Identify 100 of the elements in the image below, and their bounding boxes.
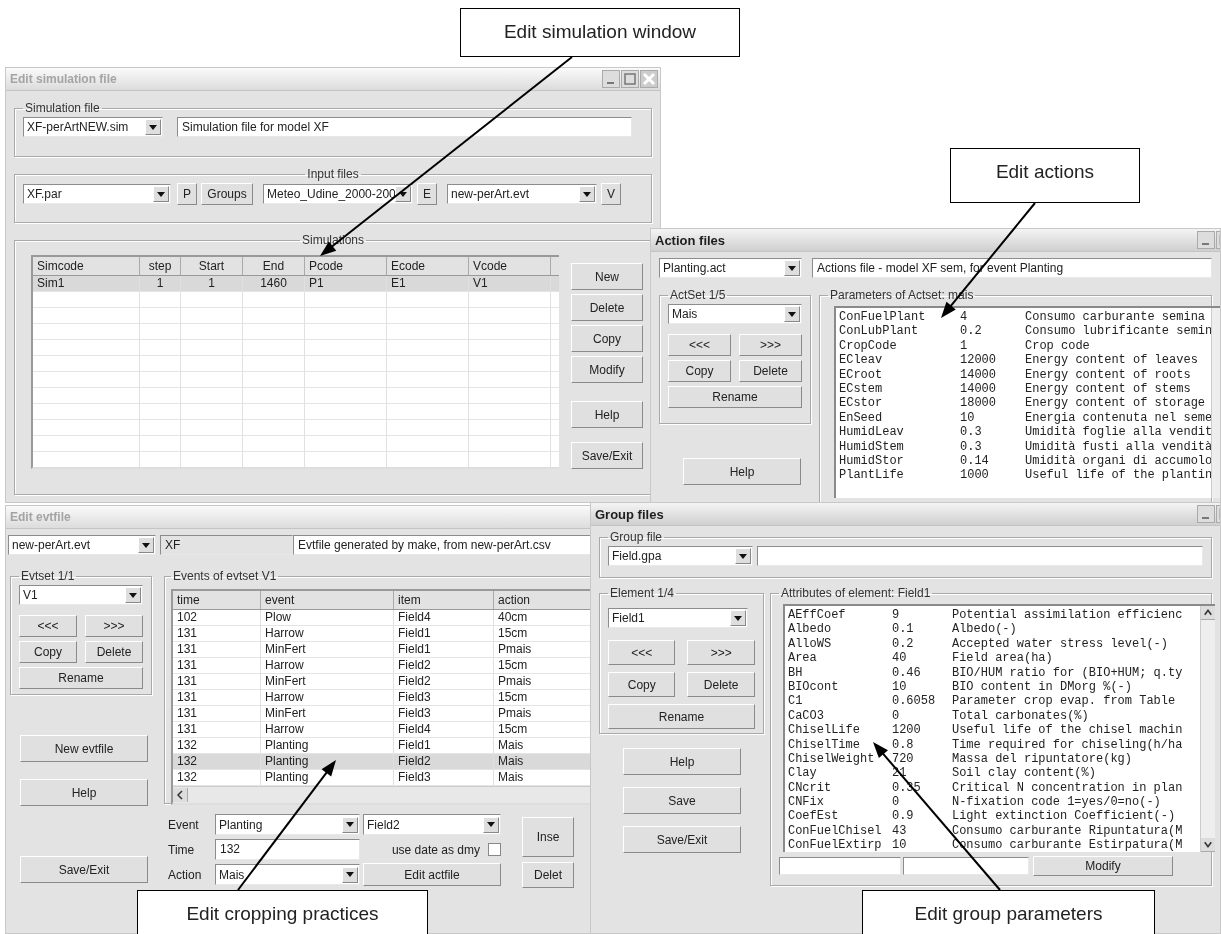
description-field[interactable]: Evtfile generated by make, from new-perArt.csv <box>293 535 593 555</box>
scrollbar[interactable] <box>1199 606 1215 852</box>
element-button[interactable]: Delete <box>687 672 755 697</box>
p-button[interactable]: P <box>177 183 197 205</box>
group-label: Simulation file <box>24 101 101 115</box>
parameter-value: 4 <box>960 310 969 325</box>
close-icon[interactable] <box>640 70 658 88</box>
parameter-description: Energy content of storage <box>1025 396 1206 411</box>
e-button[interactable]: E <box>417 183 437 205</box>
column-header[interactable]: End <box>243 257 305 275</box>
description-field[interactable] <box>757 546 1203 566</box>
event-dropdown[interactable]: Planting <box>215 814 360 835</box>
caret-icon <box>342 816 358 833</box>
actset-button[interactable]: <<< <box>668 334 731 356</box>
evtset-dropdown[interactable]: V1 <box>19 585 143 605</box>
attribute-value: 40 <box>891 651 908 666</box>
caret-icon <box>153 186 169 202</box>
column-header[interactable]: Start <box>181 257 243 275</box>
action-button[interactable]: Help <box>571 401 643 428</box>
column-header[interactable]: time <box>173 591 261 609</box>
column-header[interactable]: step <box>140 257 181 275</box>
side-button[interactable]: New evtfile <box>20 735 148 762</box>
date-format-label: use date as dmy <box>391 842 480 857</box>
column-header[interactable]: Pcode <box>305 257 387 275</box>
actset-button[interactable]: Copy <box>668 360 731 382</box>
evtset-button[interactable]: Copy <box>19 641 77 663</box>
table-cell: MinFert <box>261 642 394 657</box>
value-field[interactable] <box>902 857 1029 875</box>
delete-event-button[interactable]: Delet <box>522 861 574 888</box>
evtset-button[interactable]: Delete <box>85 641 143 663</box>
callout-label: Edit cropping practices <box>137 890 428 934</box>
file-dropdown[interactable]: XF-perArtNEW.sim <box>23 117 163 137</box>
table-row[interactable]: Sim1 1 1 1460 P1 E1 V1 <box>33 276 559 292</box>
action-file-dropdown[interactable]: Planting.act <box>659 258 802 278</box>
parameter-value: 1 <box>960 338 969 354</box>
scroll-down-icon[interactable] <box>1200 838 1215 852</box>
table-cell: 131 <box>173 658 261 673</box>
help-button[interactable]: Help <box>683 458 801 485</box>
element-dropdown[interactable]: Field1 <box>608 608 748 628</box>
column-header[interactable]: item <box>394 591 494 609</box>
column-header[interactable]: Simcode <box>33 257 140 275</box>
evtset-button[interactable]: >>> <box>85 615 143 637</box>
scroll-up-icon[interactable] <box>1200 606 1215 620</box>
name-field[interactable] <box>778 857 901 875</box>
element-button[interactable]: Copy <box>608 672 676 697</box>
item-dropdown[interactable]: Field2 <box>363 814 501 835</box>
action-button[interactable]: Modify <box>571 356 643 383</box>
side-button[interactable]: Save/Exit <box>20 856 148 883</box>
model-field[interactable]: XF <box>160 535 293 555</box>
group-label: Group file <box>609 530 664 544</box>
evtset-button[interactable]: <<< <box>19 615 77 637</box>
side-button[interactable]: Help <box>623 748 741 775</box>
actset-button[interactable]: >>> <box>739 334 802 356</box>
attribute-value: 0.6058 <box>891 694 937 709</box>
table-cell: Field1 <box>394 626 494 641</box>
actset-button[interactable]: Delete <box>739 360 802 382</box>
parameter-name: ECstem <box>839 381 884 397</box>
modify-button[interactable]: Modify <box>1032 856 1173 876</box>
actset-button[interactable]: Rename <box>668 386 802 408</box>
action-button[interactable]: Copy <box>571 325 643 352</box>
element-button[interactable]: >>> <box>687 640 755 665</box>
parameter-description: Consumo lubrificante semin <box>1025 324 1213 339</box>
table-cell: Plow <box>261 610 394 625</box>
v-button[interactable]: V <box>601 183 621 205</box>
actset-dropdown[interactable]: Mais <box>668 304 802 324</box>
action-button[interactable]: New <box>571 263 643 290</box>
element-button[interactable]: <<< <box>608 640 676 665</box>
checkbox[interactable] <box>488 843 501 856</box>
insert-button[interactable]: Inse <box>522 817 574 857</box>
attribute-value: 0.46 <box>891 665 922 680</box>
column-header[interactable]: event <box>261 591 394 609</box>
event-file-dropdown[interactable]: new-perArt.evt <box>447 184 597 204</box>
evtset-button[interactable]: Rename <box>19 667 143 689</box>
caret-icon <box>579 186 595 202</box>
side-button[interactable]: Save/Exit <box>623 826 741 853</box>
scroll-left-icon[interactable] <box>173 788 188 802</box>
minimize-icon[interactable] <box>602 70 620 88</box>
parameter-name: HumidStor <box>839 453 905 469</box>
maximize-icon[interactable] <box>621 70 639 88</box>
action-dropdown[interactable]: Mais <box>215 864 360 885</box>
description-field[interactable]: Simulation file for model XF <box>177 117 632 137</box>
group-label: ActSet 1/5 <box>669 288 727 302</box>
table-cell: 1 <box>181 276 243 291</box>
evtfile-dropdown[interactable]: new-perArt.evt <box>8 535 156 555</box>
caret-icon <box>342 866 358 883</box>
side-button[interactable]: Help <box>20 779 148 806</box>
parameter-value: 0.3 <box>960 439 983 454</box>
groups-button[interactable]: Groups <box>201 183 253 205</box>
parameter-file-dropdown[interactable]: XF.par <box>23 184 171 204</box>
column-header[interactable]: Vcode <box>469 257 551 275</box>
group-file-dropdown[interactable]: Field.gpa <box>608 546 754 566</box>
action-button[interactable]: Delete <box>571 294 643 321</box>
element-button[interactable]: Rename <box>608 704 755 729</box>
scrollbar[interactable] <box>1211 308 1220 498</box>
side-button[interactable]: Save <box>623 787 741 814</box>
column-header[interactable]: Ecode <box>387 257 469 275</box>
edit-actfile-button[interactable]: Edit actfile <box>363 863 501 886</box>
time-field[interactable]: 132 <box>215 839 360 860</box>
meteo-dropdown[interactable]: Meteo_Udine_2000-200 <box>263 184 413 204</box>
action-button[interactable]: Save/Exit <box>571 442 643 469</box>
